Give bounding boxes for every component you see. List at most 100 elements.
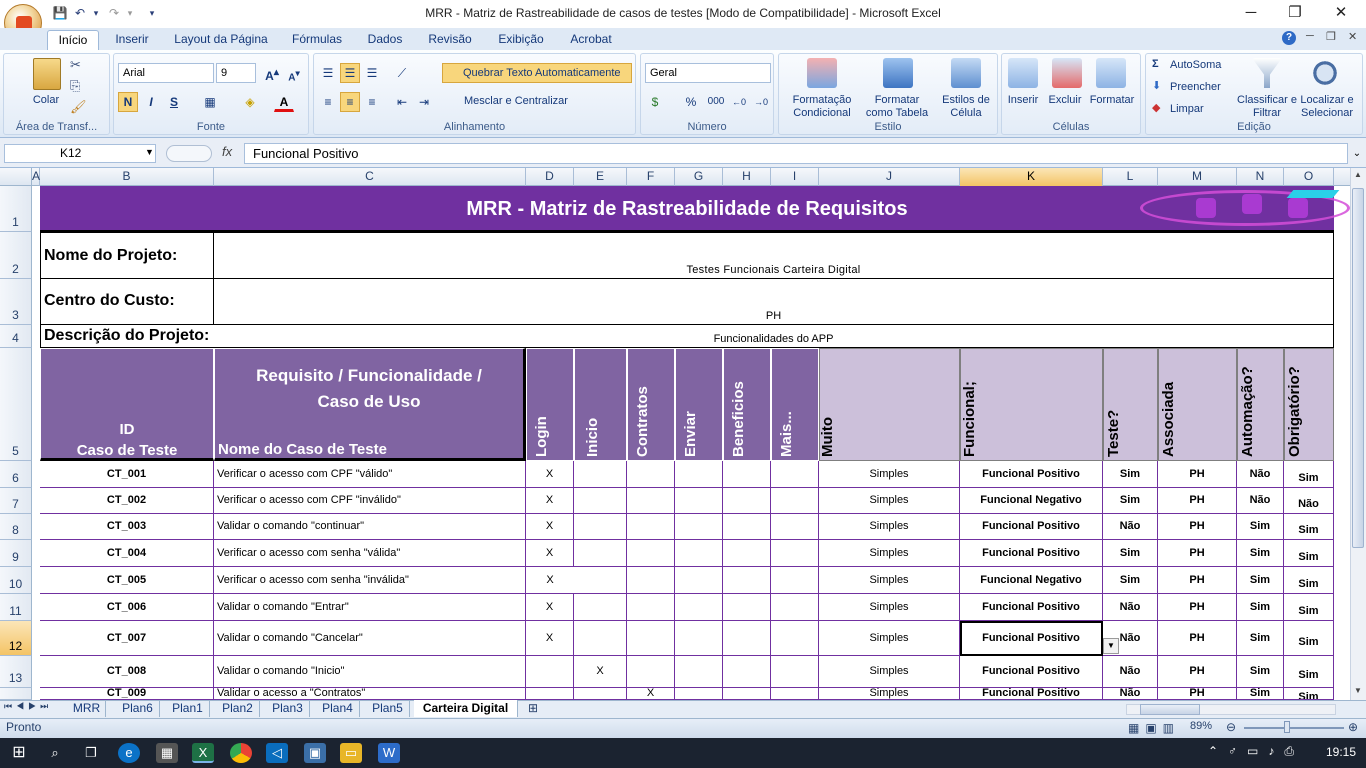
cell-tipo-teste[interactable]: Funcional Positivo bbox=[960, 461, 1103, 488]
column-header[interactable]: B bbox=[40, 168, 214, 186]
sheet-tab-plan6[interactable]: Plan6 bbox=[116, 700, 160, 717]
row-header[interactable]: 8 bbox=[0, 514, 32, 540]
decrease-indent-icon[interactable]: ⇤ bbox=[392, 92, 412, 112]
zoom-slider-thumb[interactable] bbox=[1284, 721, 1290, 733]
sheet-tab-plan5[interactable]: Plan5 bbox=[366, 700, 410, 717]
cell-login[interactable]: X bbox=[526, 488, 574, 514]
cell-complexidade[interactable]: Simples bbox=[819, 488, 960, 514]
cell-enviar[interactable] bbox=[675, 594, 723, 621]
cell-beneficios[interactable] bbox=[723, 488, 771, 514]
cell-complexidade[interactable]: Simples bbox=[819, 540, 960, 567]
row-header[interactable]: 4 bbox=[0, 325, 32, 348]
cell-enviar[interactable] bbox=[675, 621, 723, 656]
cell-inicio[interactable] bbox=[574, 540, 627, 567]
cell-test-id[interactable]: CT_008 bbox=[40, 656, 214, 688]
sort-filter-button[interactable]: Classificar e Filtrar bbox=[1236, 94, 1298, 120]
sheet-tab-plan2[interactable]: Plan2 bbox=[216, 700, 260, 717]
cell-test-name[interactable]: Validar o comando "continuar" bbox=[214, 514, 526, 540]
paste-icon[interactable] bbox=[33, 58, 61, 90]
cell-contratos[interactable] bbox=[627, 567, 675, 594]
excel-icon[interactable]: X bbox=[192, 743, 214, 763]
cell-test-id[interactable]: CT_007 bbox=[40, 621, 214, 656]
align-center-icon[interactable]: ≡ bbox=[340, 92, 360, 112]
cell-login[interactable]: X bbox=[526, 514, 574, 540]
cell-regressivo[interactable]: Não bbox=[1284, 488, 1334, 514]
system-tray-icons[interactable]: ⌃♂▭♪⎙ bbox=[1208, 744, 1304, 759]
cell-complexidade[interactable]: Simples bbox=[819, 461, 960, 488]
cell-test-name[interactable]: Validar o comando "Entrar" bbox=[214, 594, 526, 621]
autosum-button[interactable]: AutoSoma bbox=[1170, 59, 1221, 72]
cell-mais[interactable] bbox=[771, 514, 819, 540]
cell-enviar[interactable] bbox=[675, 461, 723, 488]
row-header[interactable]: 6 bbox=[0, 461, 32, 488]
clear-button[interactable]: Limpar bbox=[1170, 103, 1204, 116]
cell-test-name[interactable]: Verificar o acesso com senha "inválida" bbox=[214, 567, 526, 594]
cell-test-name[interactable]: Validar o acesso a "Contratos" bbox=[214, 688, 526, 700]
cell-tipo-teste[interactable]: Funcional Negativo bbox=[960, 488, 1103, 514]
sheet-tab-carteira-digital[interactable]: Carteira Digital bbox=[414, 700, 518, 717]
vertical-scroll-thumb[interactable] bbox=[1352, 188, 1364, 548]
redo-dropdown-icon[interactable]: ▾ bbox=[122, 5, 138, 21]
undo-dropdown-icon[interactable]: ▾ bbox=[88, 5, 104, 21]
cell-complexidade[interactable]: Simples bbox=[819, 688, 960, 700]
cell-regressivo[interactable]: Sim bbox=[1284, 567, 1334, 594]
ribbon-minimize-icon[interactable]: ─ bbox=[1306, 30, 1314, 42]
column-header[interactable]: H bbox=[723, 168, 771, 186]
cell-test-name[interactable]: Verificar o acesso com CPF "inválido" bbox=[214, 488, 526, 514]
cell-inicio[interactable] bbox=[574, 688, 627, 700]
cell-massa[interactable]: Não bbox=[1103, 514, 1158, 540]
sheet-tab-mrr[interactable]: MRR bbox=[68, 700, 106, 717]
cell-mais[interactable] bbox=[771, 621, 819, 656]
cell-quem[interactable]: PH bbox=[1158, 488, 1237, 514]
cell-tipo-teste[interactable]: Funcional Positivo bbox=[960, 540, 1103, 567]
cell-login[interactable] bbox=[526, 656, 574, 688]
decrease-decimal-icon[interactable]: →0 bbox=[751, 92, 771, 112]
cell-complexidade[interactable]: Simples bbox=[819, 567, 960, 594]
cell-massa[interactable]: Não bbox=[1103, 594, 1158, 621]
cell-beneficios[interactable] bbox=[723, 540, 771, 567]
merge-center-button[interactable]: Mesclar e Centralizar bbox=[444, 92, 594, 112]
format-cells-button[interactable]: Formatar bbox=[1086, 94, 1138, 107]
format-table-button[interactable]: Formatar como Tabela bbox=[861, 94, 933, 120]
cell-inicio[interactable] bbox=[574, 514, 627, 540]
italic-button[interactable]: I bbox=[141, 92, 161, 112]
app-icon[interactable]: ▣ bbox=[304, 743, 326, 763]
tab-layout[interactable]: Layout da Página bbox=[170, 30, 272, 50]
cell-massa[interactable]: Sim bbox=[1103, 461, 1158, 488]
cell-regressivo[interactable]: Sim bbox=[1284, 594, 1334, 621]
row-header[interactable]: 11 bbox=[0, 594, 32, 621]
cell-regressivo[interactable]: Sim bbox=[1284, 656, 1334, 688]
cell-inicio[interactable]: X bbox=[574, 656, 627, 688]
cell-automacao[interactable]: Não bbox=[1237, 488, 1284, 514]
insert-cells-button[interactable]: Inserir bbox=[1002, 94, 1044, 107]
cell-mais[interactable] bbox=[771, 688, 819, 700]
cell-login[interactable]: X bbox=[526, 540, 574, 567]
cell-complexidade[interactable]: Simples bbox=[819, 594, 960, 621]
cell-login[interactable]: X bbox=[526, 594, 574, 621]
column-header[interactable]: O bbox=[1284, 168, 1334, 186]
paste-button[interactable]: Colar bbox=[24, 94, 68, 107]
cell-mais[interactable] bbox=[771, 488, 819, 514]
cell-inicio[interactable] bbox=[574, 594, 627, 621]
cell-automacao[interactable]: Sim bbox=[1237, 567, 1284, 594]
cell-enviar[interactable] bbox=[675, 688, 723, 700]
cell-automacao[interactable]: Sim bbox=[1237, 540, 1284, 567]
save-icon[interactable]: 💾 bbox=[52, 5, 68, 21]
tab-inicio[interactable]: Início bbox=[47, 30, 99, 50]
insert-function-button[interactable]: fx bbox=[222, 144, 232, 159]
column-header[interactable]: F bbox=[627, 168, 675, 186]
conditional-format-icon[interactable] bbox=[807, 58, 837, 88]
cell-mais[interactable] bbox=[771, 594, 819, 621]
view-buttons-icon[interactable]: ▦▣▥ bbox=[1128, 721, 1180, 735]
cell-test-id[interactable]: CT_004 bbox=[40, 540, 214, 567]
vscode-icon[interactable]: ◁ bbox=[266, 743, 288, 763]
cell-regressivo[interactable]: Sim bbox=[1284, 688, 1334, 700]
dropdown-arrow-icon[interactable]: ▼ bbox=[1103, 638, 1119, 654]
help-icon[interactable]: ? bbox=[1282, 31, 1296, 45]
font-name-combobox[interactable]: Arial bbox=[118, 63, 214, 83]
font-size-combobox[interactable]: 9 bbox=[216, 63, 256, 83]
cell-complexidade[interactable]: Simples bbox=[819, 514, 960, 540]
ribbon-restore-icon[interactable]: ❐ bbox=[1326, 30, 1336, 43]
cell-test-id[interactable]: CT_003 bbox=[40, 514, 214, 540]
cell-quem[interactable]: PH bbox=[1158, 514, 1237, 540]
